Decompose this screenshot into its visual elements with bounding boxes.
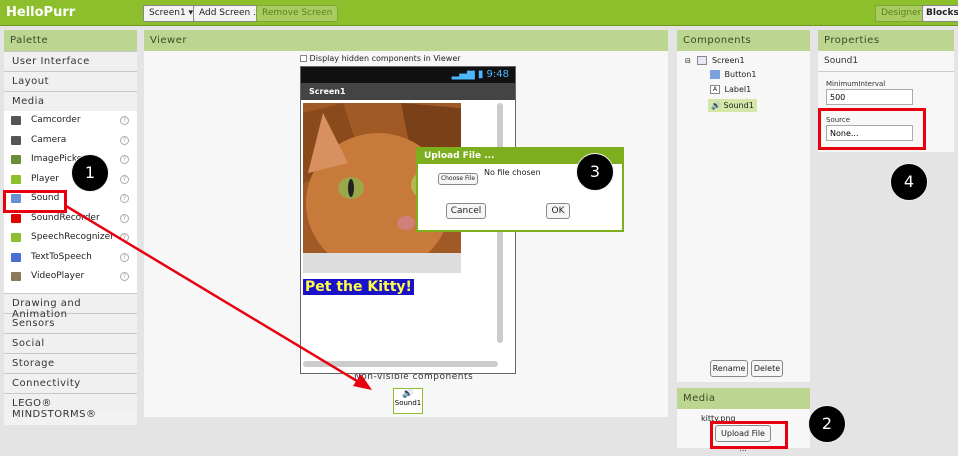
callout-2: 2 (808, 405, 846, 443)
callout-1: 1 (71, 154, 109, 192)
callout-3: 3 (576, 153, 614, 191)
drag-arrow (65, 204, 372, 390)
callout-4: 4 (890, 163, 928, 201)
